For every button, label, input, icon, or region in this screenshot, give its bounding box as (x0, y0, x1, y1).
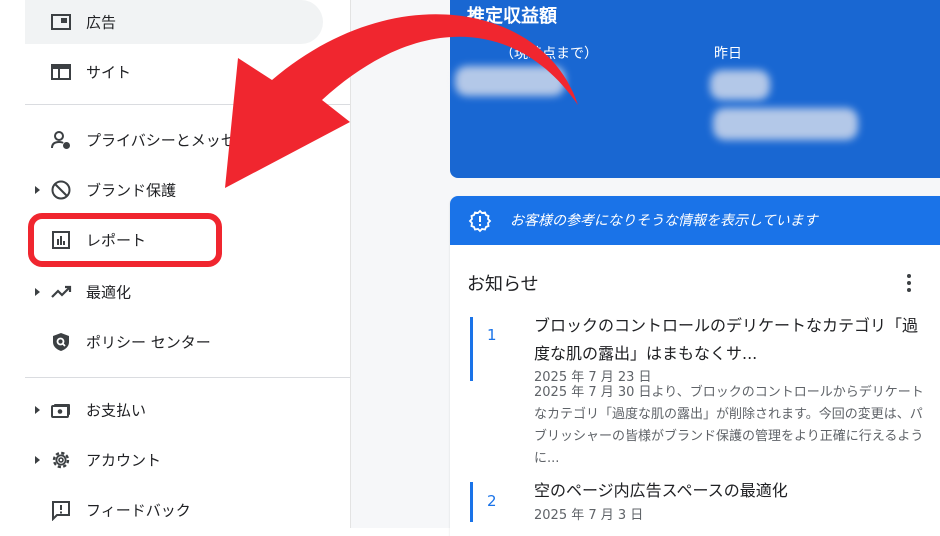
news-item-headline[interactable]: 空のページ内広告スペースの最適化 (534, 477, 929, 505)
news-item-date: 2025 年 7 月 3 日 (534, 508, 644, 523)
sidebar-item-label: プライバシーとメッセ (86, 131, 236, 150)
news-item-number: 1 (487, 326, 497, 344)
news-item-number: 2 (487, 492, 497, 510)
sidebar-item-label: お支払い (86, 401, 147, 420)
sidebar-item-optimization[interactable]: 最適化 (25, 270, 323, 314)
earnings-title: 推定収益額 (467, 6, 557, 27)
feedback-icon (50, 499, 72, 521)
web-icon (50, 61, 72, 83)
block-icon (50, 179, 72, 201)
expand-caret-icon[interactable] (35, 406, 40, 414)
news-item-marker (470, 482, 473, 522)
payments-icon (50, 399, 72, 421)
redacted-value-yesterday-amount (713, 108, 858, 140)
earnings-today-label: （現時点まで） (500, 46, 598, 62)
earnings-yesterday-label: 昨日 (714, 46, 742, 62)
expand-caret-icon[interactable] (35, 186, 40, 194)
sidebar-item-label: サイト (86, 63, 132, 82)
info-icon (468, 209, 492, 233)
news-section-title: お知らせ (467, 274, 539, 295)
sidebar-item-label: ポリシー センター (86, 333, 211, 352)
sidebar-item-feedback[interactable]: フィードバック (25, 488, 323, 532)
sidebar-item-label: アカウント (86, 451, 162, 470)
news-item-headline[interactable]: ブロックのコントロールのデリケートなカテゴリ「過度な肌の露出」はまもなくサ... (534, 312, 929, 368)
sidebar-item-label: ブランド保護 (86, 181, 177, 200)
manage-accounts-icon (50, 129, 72, 151)
sidebar-item-privacy[interactable]: プライバシーとメッセ (25, 118, 323, 162)
sidebar-item-sites[interactable]: サイト (25, 50, 323, 94)
expand-caret-icon[interactable] (35, 288, 40, 296)
ad-units-icon (50, 11, 72, 33)
news-item-marker (470, 317, 473, 381)
sidebar-item-payments[interactable]: お支払い (25, 388, 323, 432)
sidebar-item-brand-safety[interactable]: ブランド保護 (25, 168, 323, 212)
redacted-value-yesterday (710, 70, 770, 100)
sidebar-item-label: 広告 (86, 13, 117, 32)
info-banner-text: お客様の参考になりそうな情報を表示しています (510, 213, 818, 229)
expand-caret-icon[interactable] (35, 456, 40, 464)
trending-up-icon (50, 281, 72, 303)
settings-icon (50, 449, 72, 471)
info-banner: お客様の参考になりそうな情報を表示しています (450, 196, 940, 245)
more-options-icon[interactable] (906, 274, 912, 294)
sidebar-item-ads[interactable]: 広告 (25, 0, 323, 44)
sidebar-item-policy-center[interactable]: ポリシー センター (25, 320, 323, 364)
news-item-body: 2025 年 7 月 30 日より、ブロックのコントロールからデリケートなカテゴ… (534, 385, 924, 466)
reports-highlight-box (28, 213, 222, 267)
sidebar-item-account[interactable]: アカウント (25, 438, 323, 482)
sidebar-divider (25, 377, 350, 378)
sidebar-divider (25, 104, 350, 105)
sidebar-item-label: 最適化 (86, 283, 132, 302)
redacted-value-today (455, 66, 565, 96)
policy-icon (50, 331, 72, 353)
notifications-card: お客様の参考になりそうな情報を表示しています お知らせ 1 ブロックのコントロー… (450, 196, 940, 536)
sidebar-item-label: フィードバック (86, 501, 191, 520)
